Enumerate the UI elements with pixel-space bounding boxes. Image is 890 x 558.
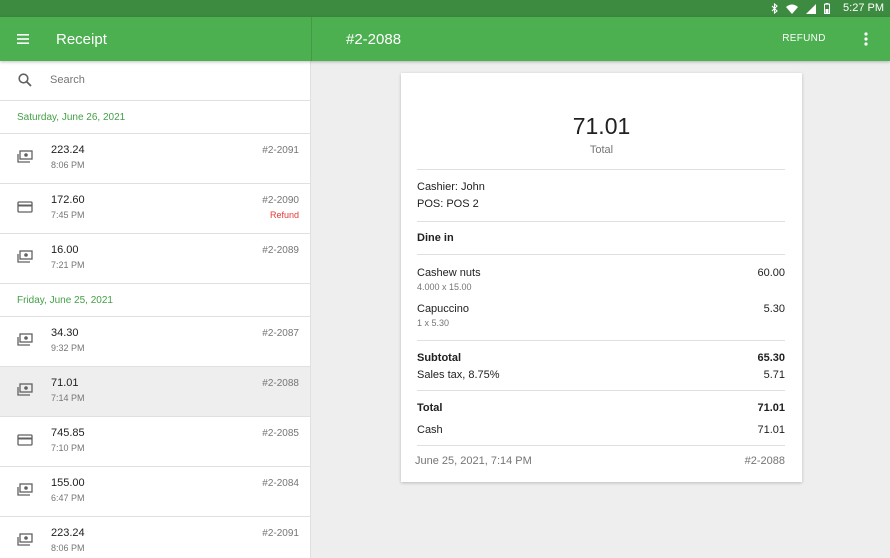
battery-icon [824,3,830,14]
receipt-amount: 16.00 [51,244,79,256]
receipt-amount: 71.01 [51,377,79,389]
date-header: Saturday, June 26, 2021 [0,101,310,134]
search-bar[interactable] [0,61,310,101]
divider [417,390,785,391]
app-title: Receipt [56,31,107,48]
receipt-time: 7:14 PM [51,393,85,403]
receipt-amount: 155.00 [51,477,85,489]
receipt-number: #2-2091 [262,145,299,156]
item-quantity: 4.000 x 15.00 [417,282,472,292]
receipt-time: 7:10 PM [51,443,85,453]
more-vert-icon [864,32,868,46]
receipt-number: #2-2087 [262,328,299,339]
receipt-number-title: #2-2088 [346,31,402,48]
subtotal-value: 65.30 [757,352,785,364]
tax-value: 5.71 [763,369,785,381]
receipt-time: 7:45 PM [51,210,85,220]
cash-icon [17,333,33,347]
receipt-list-panel: Saturday, June 26, 2021 223.24 8:06 PM #… [0,61,311,558]
menu-button[interactable] [12,28,34,50]
item-price: 5.30 [763,303,785,315]
subtotal-label: Subtotal [417,352,461,364]
receipt-footer-number: #2-2088 [744,455,785,467]
receipt-row[interactable]: 172.60 7:45 PM #2-2090 Refund [0,184,310,234]
date-header: Friday, June 25, 2021 [0,284,310,317]
status-icons [771,2,830,15]
divider [417,221,785,222]
receipt-total-amount: 71.01 [572,113,631,139]
receipt-time: 8:06 PM [51,160,85,170]
refund-button[interactable]: REFUND [776,28,832,50]
receipt-row[interactable]: 745.85 7:10 PM #2-2085 [0,417,310,467]
cash-icon [17,483,33,497]
divider [417,340,785,341]
total-label: Total [417,402,443,414]
item-price: 60.00 [757,267,785,279]
status-time: 5:27 PM [843,2,884,14]
receipt-time: 8:06 PM [51,543,85,553]
receipt-amount: 34.30 [51,327,79,339]
receipt-time: 6:47 PM [51,493,85,503]
more-options-button[interactable] [856,28,876,50]
receipt-number: #2-2084 [262,478,299,489]
receipt-detail-card: 71.01 Total Cashier: John POS: POS 2 Din… [401,73,802,482]
receipt-number: #2-2091 [262,528,299,539]
receipt-time: 7:21 PM [51,260,85,270]
divider [417,445,785,446]
receipt-list: Saturday, June 26, 2021 223.24 8:06 PM #… [0,101,310,558]
payment-value: 71.01 [757,424,785,436]
cash-icon [17,533,33,547]
app-bar-divider [311,17,312,61]
refund-status: Refund [269,210,299,220]
receipt-amount: 172.60 [51,194,85,206]
receipt-amount: 223.24 [51,144,85,156]
app-bar: Receipt #2-2088 REFUND [0,17,890,61]
receipt-total-caption: Total [589,144,614,156]
receipt-row[interactable]: 223.24 8:06 PM #2-2091 [0,517,310,558]
item-name: Capuccino [417,303,469,315]
receipt-date-time: June 25, 2021, 7:14 PM [415,455,532,467]
receipt-row[interactable]: 16.00 7:21 PM #2-2089 [0,234,310,284]
wifi-icon [786,4,798,14]
pos-label: POS: POS 2 [417,198,479,210]
divider [417,254,785,255]
cash-icon [17,150,33,164]
tax-label: Sales tax, 8.75% [417,369,500,381]
receipt-amount: 223.24 [51,527,85,539]
card-icon [17,200,33,214]
receipt-number: #2-2089 [262,245,299,256]
receipt-number: #2-2085 [262,428,299,439]
receipt-number: #2-2088 [262,378,299,389]
receipt-amount: 745.85 [51,427,85,439]
divider [417,169,785,170]
card-icon [17,433,33,447]
search-input[interactable] [50,70,290,90]
bluetooth-icon [771,3,778,14]
cash-icon [17,383,33,397]
dining-option: Dine in [417,232,454,244]
receipt-time: 9:32 PM [51,343,85,353]
signal-icon [806,3,816,14]
receipt-row[interactable]: 155.00 6:47 PM #2-2084 [0,467,310,517]
cashier-label: Cashier: John [417,181,485,193]
payment-label: Cash [417,424,443,436]
receipt-number: #2-2090 [262,195,299,206]
search-icon [18,73,32,87]
cash-icon [17,250,33,264]
total-value: 71.01 [757,402,785,414]
item-name: Cashew nuts [417,267,481,279]
receipt-row[interactable]: 223.24 8:06 PM #2-2091 [0,134,310,184]
status-bar: 5:27 PM [0,0,890,17]
receipt-row[interactable]: 71.01 7:14 PM #2-2088 [0,367,310,417]
item-quantity: 1 x 5.30 [417,318,450,328]
menu-icon [17,34,29,44]
receipt-row[interactable]: 34.30 9:32 PM #2-2087 [0,317,310,367]
